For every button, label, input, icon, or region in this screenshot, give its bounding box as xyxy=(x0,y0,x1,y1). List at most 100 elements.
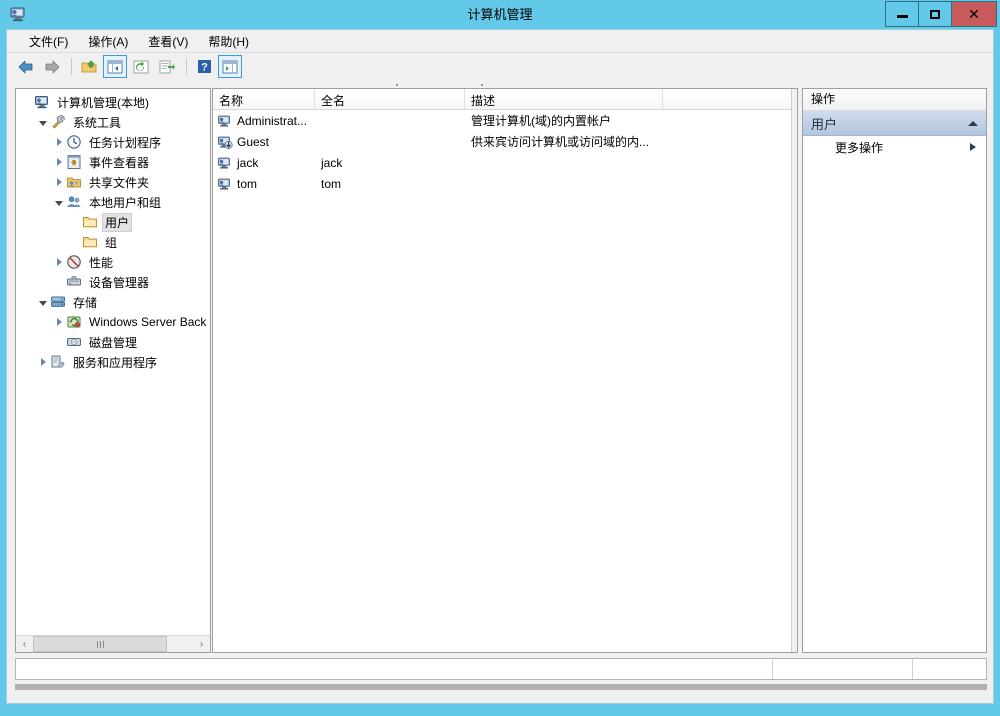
tree-item-label: 设备管理器 xyxy=(89,275,150,290)
actions-group-users[interactable]: 用户 xyxy=(803,111,986,136)
table-row[interactable]: jack jack xyxy=(213,152,797,173)
chevron-down-icon[interactable] xyxy=(36,115,50,129)
tree-item-7[interactable]: 组 xyxy=(16,232,210,252)
tree-item-0[interactable]: 计算机管理(本地) xyxy=(16,92,210,112)
user-name-label: Administrat... xyxy=(237,113,308,128)
tree-expander-placeholder xyxy=(20,95,34,109)
backup-icon xyxy=(66,314,82,330)
action-more-actions[interactable]: 更多操作 xyxy=(803,136,986,158)
users-list[interactable]: Administrat... 管理计算机(域)的内置帐户 Guest 供来宾访问计算机… xyxy=(213,110,797,194)
chevron-right-icon[interactable] xyxy=(52,155,66,169)
toolbar-separator xyxy=(71,58,72,75)
table-row[interactable]: Guest 供来宾访问计算机或访问域的内... xyxy=(213,131,797,152)
tree-item-8[interactable]: 性能 xyxy=(16,252,210,272)
close-icon: ✕ xyxy=(968,6,980,22)
minimize-button[interactable] xyxy=(886,2,919,26)
user-description-cell: 供来宾访问计算机或访问域的内... xyxy=(471,135,650,149)
tree-item-9[interactable]: 设备管理器 xyxy=(16,272,210,292)
tree-item-2[interactable]: 任务计划程序 xyxy=(16,132,210,152)
tree-item-4[interactable]: 共享文件夹 xyxy=(16,172,210,192)
column-header-1[interactable]: 全名 xyxy=(315,89,465,109)
tree-horizontal-scrollbar[interactable]: ‹ › xyxy=(16,635,210,652)
window-title: 计算机管理 xyxy=(467,7,533,22)
table-row[interactable]: tom tom xyxy=(213,173,797,194)
chevron-right-icon xyxy=(970,143,976,151)
show-hide-tree-icon[interactable] xyxy=(103,55,127,78)
users-list-pane: 名称 全名 描述 Administrat... 管理计算机(域)的内置帐户 Guest 供… xyxy=(212,88,798,653)
tree-item-label: 服务和应用程序 xyxy=(73,355,158,370)
folder-icon xyxy=(82,234,98,250)
clock-icon xyxy=(66,134,82,150)
chevron-up-icon[interactable] xyxy=(968,120,978,126)
chevron-right-icon[interactable] xyxy=(36,355,50,369)
user-name-label: tom xyxy=(237,176,258,191)
menu-help[interactable]: 帮助(H) xyxy=(198,30,259,53)
forward-arrow-icon[interactable] xyxy=(40,55,64,78)
tree-expander-placeholder xyxy=(68,215,82,229)
export-list-icon[interactable] xyxy=(155,55,179,78)
tree-item-10[interactable]: 存储 xyxy=(16,292,210,312)
actions-pane-title: 操作 xyxy=(803,89,986,111)
tree-item-1[interactable]: 系统工具 xyxy=(16,112,210,132)
computer-management-window: 计算机管理 ✕ 文件(F) 操作(A) 查看(V) 帮助(H) ? 计算机管理(… xyxy=(0,0,1000,716)
chevron-down-icon[interactable] xyxy=(52,195,66,209)
column-header-3[interactable] xyxy=(663,89,794,109)
column-header-2[interactable]: 描述 xyxy=(465,89,663,109)
column-header-0[interactable]: 名称 xyxy=(213,89,315,109)
user-icon xyxy=(217,176,233,192)
tree-item-label: 用户 xyxy=(102,212,133,232)
chevron-right-icon[interactable] xyxy=(52,175,66,189)
action-more-actions-label: 更多操作 xyxy=(835,140,884,155)
event-viewer-icon xyxy=(66,154,82,170)
status-bar xyxy=(15,658,987,680)
user-name-cell: Administrat... xyxy=(213,113,315,129)
status-segment-main xyxy=(16,659,773,679)
back-arrow-icon[interactable] xyxy=(14,55,38,78)
window-controls: ✕ xyxy=(885,1,997,27)
menu-bar: 文件(F) 操作(A) 查看(V) 帮助(H) xyxy=(7,30,993,53)
user-description-cell: 管理计算机(域)的内置帐户 xyxy=(471,114,611,128)
close-button[interactable]: ✕ xyxy=(952,2,996,26)
console-tree[interactable]: 计算机管理(本地) 系统工具任务计划程序事件查看器 共享文件夹 本地用户和组 用户组性能… xyxy=(16,89,210,634)
tree-expander-placeholder xyxy=(52,275,66,289)
tree-item-12[interactable]: 磁盘管理 xyxy=(16,332,210,352)
menu-action[interactable]: 操作(A) xyxy=(78,30,138,53)
scroll-right-arrow-icon[interactable]: › xyxy=(193,636,210,652)
show-hide-action-pane-icon[interactable] xyxy=(218,55,242,78)
storage-icon xyxy=(50,294,66,310)
tree-item-11[interactable]: Windows Server Back xyxy=(16,312,210,332)
chevron-right-icon[interactable] xyxy=(52,135,66,149)
help-icon[interactable]: ? xyxy=(192,55,216,78)
disk-management-icon xyxy=(66,334,82,350)
tree-item-label: Windows Server Back xyxy=(89,315,207,329)
tree-item-13[interactable]: 服务和应用程序 xyxy=(16,352,210,372)
user-fullname-cell: jack xyxy=(321,155,343,170)
user-name-cell: Guest xyxy=(213,134,315,150)
tree-item-5[interactable]: 本地用户和组 xyxy=(16,192,210,212)
tree-item-label: 系统工具 xyxy=(73,115,122,130)
status-segment-3 xyxy=(913,659,986,679)
actions-pane: 操作 用户 更多操作 xyxy=(802,88,987,653)
user-disabled-icon xyxy=(217,134,233,150)
scroll-thumb[interactable] xyxy=(33,636,168,652)
user-name-label: Guest xyxy=(237,134,270,149)
refresh-icon[interactable] xyxy=(129,55,153,78)
window-bottom-strip xyxy=(15,684,987,690)
tree-item-3[interactable]: 事件查看器 xyxy=(16,152,210,172)
tree-item-label: 任务计划程序 xyxy=(89,135,162,150)
menu-file[interactable]: 文件(F) xyxy=(19,30,78,53)
menu-view[interactable]: 查看(V) xyxy=(138,30,198,53)
up-folder-icon[interactable] xyxy=(77,55,101,78)
user-icon xyxy=(217,113,233,129)
tree-item-6[interactable]: 用户 xyxy=(16,212,210,232)
chevron-down-icon[interactable] xyxy=(36,295,50,309)
console-tree-pane: 计算机管理(本地) 系统工具任务计划程序事件查看器 共享文件夹 本地用户和组 用户组性能… xyxy=(15,88,211,653)
actions-group-label: 用户 xyxy=(811,116,838,132)
maximize-button[interactable] xyxy=(919,2,952,26)
scroll-left-arrow-icon[interactable]: ‹ xyxy=(16,636,33,652)
scroll-track[interactable] xyxy=(33,636,193,652)
list-action-splitter[interactable] xyxy=(791,89,797,652)
table-row[interactable]: Administrat... 管理计算机(域)的内置帐户 xyxy=(213,110,797,131)
chevron-right-icon[interactable] xyxy=(52,315,66,329)
chevron-right-icon[interactable] xyxy=(52,255,66,269)
